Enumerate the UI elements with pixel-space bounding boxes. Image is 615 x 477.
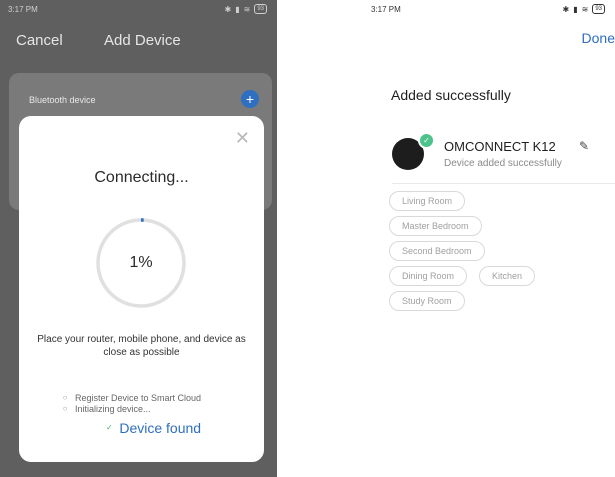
connection-steps: ✓ Device found ○ Register Device to Smar… — [61, 392, 201, 436]
device-name: OMCONNECT K12 — [444, 139, 556, 154]
battery-level: 93 — [595, 6, 602, 12]
room-row: Study Room — [389, 291, 589, 311]
bluetooth-icon: ✱ — [562, 4, 570, 14]
room-row: Second Bedroom — [389, 241, 589, 261]
done-button[interactable]: Done — [582, 30, 615, 46]
room-chip-second-bedroom[interactable]: Second Bedroom — [389, 241, 485, 261]
wifi-icon: ≋ — [581, 4, 589, 14]
status-time: 3:17 PM — [371, 5, 401, 14]
device-status: Device added successfully — [444, 158, 562, 169]
pending-dot-icon: ○ — [62, 404, 68, 413]
battery-icon: 93 — [592, 4, 605, 14]
status-time: 3:17 PM — [8, 5, 38, 14]
connecting-dialog: ✕ Connecting... 1% Place your router, mo… — [19, 116, 264, 462]
step-label: Device found — [119, 419, 202, 436]
battery-level: 93 — [257, 6, 264, 12]
room-row: Dining Room Kitchen — [389, 266, 589, 286]
plus-icon: + — [245, 91, 255, 107]
check-badge-icon: ✓ — [418, 132, 435, 149]
signal-icon: ▮ — [573, 4, 578, 14]
dialog-title: Connecting... — [94, 169, 189, 186]
add-bluetooth-button[interactable]: + — [241, 90, 259, 108]
bluetooth-icon: ✱ — [224, 4, 232, 14]
room-chip-living-room[interactable]: Living Room — [389, 191, 466, 211]
proximity-tip: Place your router, mobile phone, and dev… — [37, 334, 246, 358]
divider — [392, 183, 615, 184]
left-screen: 3:17 PM ✱ ▮ ≋ 93 Cancel Add Device Bluet… — [0, 0, 277, 477]
step-label: Register Device to Smart Cloud — [75, 392, 202, 403]
room-chip-list: Living Room Master Bedroom Second Bedroom D… — [389, 191, 589, 316]
pending-dot-icon: ○ — [62, 393, 68, 402]
room-chip-kitchen[interactable]: Kitchen — [479, 266, 536, 286]
step-device-found: ✓ Device found — [105, 419, 202, 436]
status-icons: ✱ ▮ ≋ 93 — [562, 4, 605, 14]
room-row: Living Room — [389, 191, 589, 211]
room-chip-study-room[interactable]: Study Room — [389, 291, 465, 311]
close-icon[interactable]: ✕ — [235, 128, 250, 149]
battery-icon: 93 — [254, 4, 267, 14]
wifi-icon: ≋ — [243, 4, 251, 14]
device-row: ✓ OMCONNECT K12 Device added successfull… — [392, 132, 615, 184]
success-heading: Added successfully — [391, 87, 511, 103]
right-screen: 3:17 PM ✱ ▮ ≋ 93 Done Added successfully… — [277, 0, 615, 477]
step-register-cloud: ○ Register Device to Smart Cloud — [61, 392, 201, 403]
edit-pencil-icon[interactable]: ✎ — [579, 139, 589, 153]
cancel-button[interactable]: Cancel — [16, 32, 63, 49]
bluetooth-device-label: Bluetooth device — [29, 95, 96, 105]
progress-percent: 1% — [129, 254, 153, 271]
step-label: Initializing device... — [75, 403, 151, 414]
status-icons: ✱ ▮ ≋ 93 — [224, 4, 267, 14]
room-row: Master Bedroom — [389, 216, 589, 236]
signal-icon: ▮ — [235, 4, 240, 14]
step-initializing: ○ Initializing device... — [61, 403, 201, 414]
check-icon: ✓ — [105, 423, 113, 432]
room-chip-dining-room[interactable]: Dining Room — [389, 266, 468, 286]
status-bar: 3:17 PM ✱ ▮ ≋ 93 — [277, 0, 615, 18]
status-bar: 3:17 PM ✱ ▮ ≋ 93 — [0, 0, 277, 18]
page-title: Add Device — [104, 32, 181, 49]
room-chip-master-bedroom[interactable]: Master Bedroom — [389, 216, 482, 236]
